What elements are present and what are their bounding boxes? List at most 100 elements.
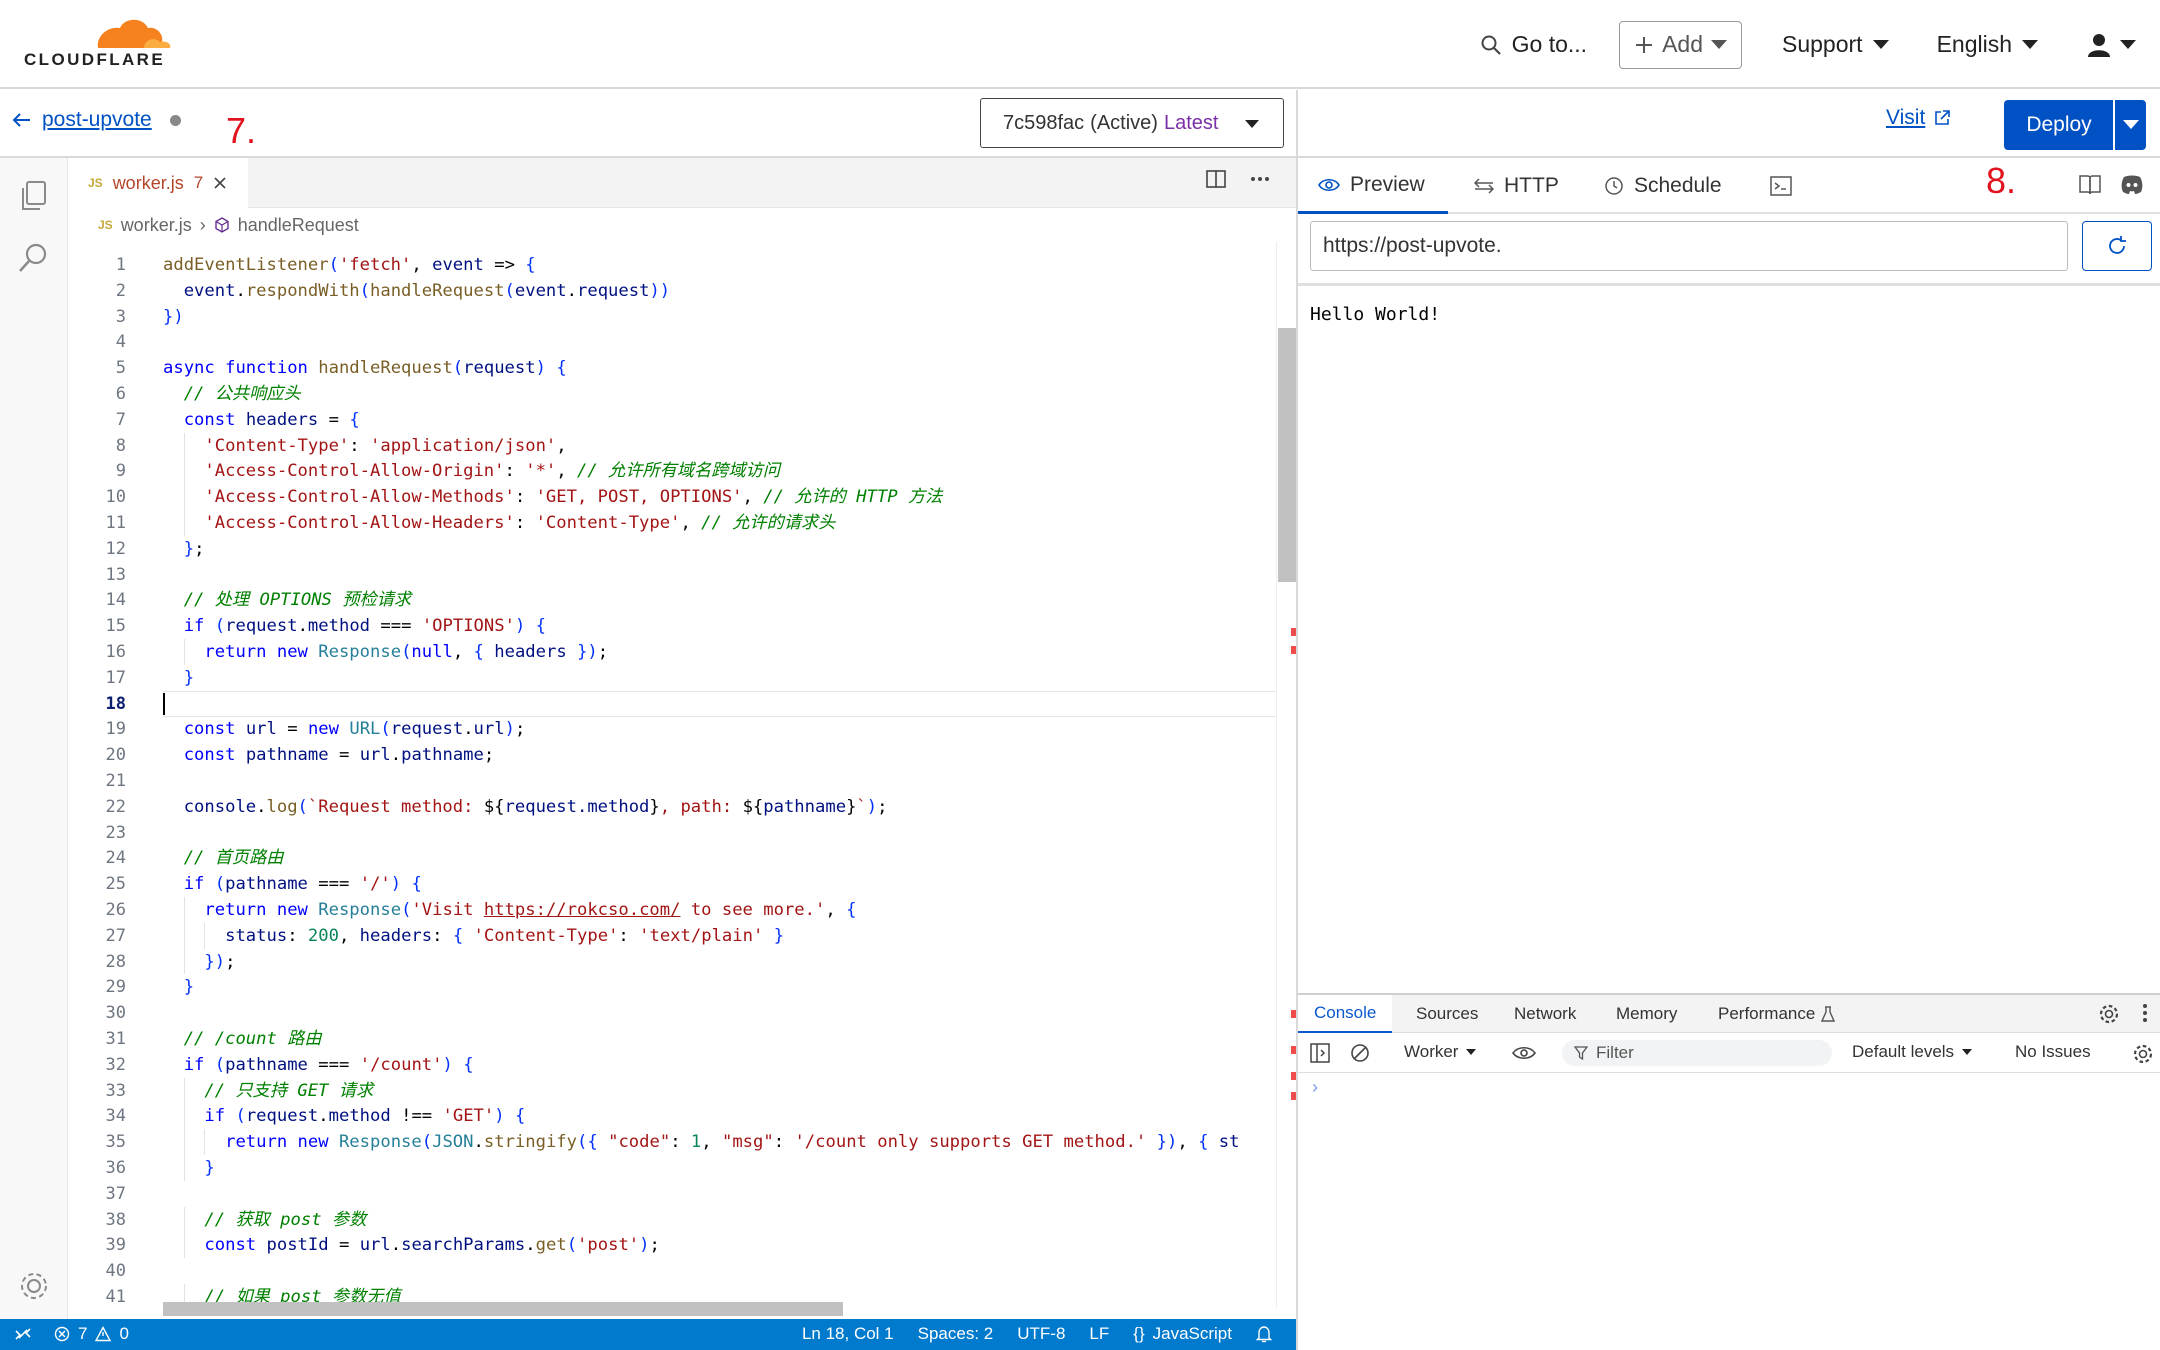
add-button[interactable]: Add bbox=[1619, 20, 1742, 69]
code-line[interactable]: 22 console.log(`Request method: ${reques… bbox=[68, 794, 1276, 820]
more-vertical-icon[interactable] bbox=[2142, 1003, 2148, 1023]
code-line[interactable]: 16 return new Response(null, { headers }… bbox=[68, 639, 1276, 665]
gear-icon[interactable] bbox=[16, 1268, 52, 1304]
preview-frame[interactable]: Hello World! bbox=[1298, 283, 2160, 993]
remote-icon[interactable] bbox=[14, 1325, 32, 1343]
code-line[interactable]: 7 const headers = { bbox=[68, 407, 1276, 433]
breadcrumb-file[interactable]: worker.js bbox=[121, 215, 192, 236]
tab-http[interactable]: HTTP bbox=[1474, 158, 1559, 214]
back-link[interactable]: post-upvote bbox=[12, 108, 181, 132]
refresh-button[interactable] bbox=[2082, 221, 2152, 271]
code-line[interactable]: 13 bbox=[68, 562, 1276, 588]
code-editor[interactable]: 1 addEventListener('fetch', event => {2 e… bbox=[68, 242, 1276, 1308]
code-line[interactable]: 38 // 获取 post 参数 bbox=[68, 1207, 1276, 1233]
language-menu[interactable]: English bbox=[1937, 31, 2038, 58]
log-levels-select[interactable]: Default levels bbox=[1852, 1042, 1973, 1062]
code-line[interactable]: 17 } bbox=[68, 665, 1276, 691]
code-line[interactable]: 26 return new Response('Visit https://ro… bbox=[68, 897, 1276, 923]
code-line[interactable]: 15 if (request.method === 'OPTIONS') { bbox=[68, 613, 1276, 639]
clear-console-icon[interactable] bbox=[1350, 1043, 1370, 1063]
version-select[interactable]: 7c598fac (Active) Latest bbox=[980, 98, 1284, 148]
code-line[interactable]: 2 event.respondWith(handleRequest(event.… bbox=[68, 278, 1276, 304]
tab-schedule[interactable]: Schedule bbox=[1604, 158, 1722, 214]
support-menu[interactable]: Support bbox=[1782, 31, 1889, 58]
issues-button[interactable]: No Issues bbox=[2015, 1042, 2091, 1062]
sidebar-toggle-icon[interactable] bbox=[1310, 1043, 1330, 1063]
preview-url-input[interactable]: https://post-upvote. bbox=[1310, 221, 2068, 271]
tab-terminal[interactable] bbox=[1770, 158, 1792, 214]
code-line[interactable]: 29 } bbox=[68, 974, 1276, 1000]
code-line[interactable]: 40 bbox=[68, 1258, 1276, 1284]
visit-link[interactable]: Visit bbox=[1886, 106, 1951, 130]
files-icon[interactable] bbox=[16, 178, 52, 214]
code-line[interactable]: 18 bbox=[68, 690, 1276, 717]
tab-preview[interactable]: Preview bbox=[1298, 158, 1448, 214]
discord-icon[interactable] bbox=[2120, 174, 2144, 196]
console-settings-icon[interactable] bbox=[2132, 1043, 2154, 1065]
close-icon[interactable] bbox=[213, 176, 227, 190]
code-line[interactable]: 30 bbox=[68, 1000, 1276, 1026]
deploy-button[interactable]: Deploy bbox=[2004, 100, 2146, 150]
code-line[interactable]: 33 // 只支持 GET 请求 bbox=[68, 1078, 1276, 1104]
code-line[interactable]: 9 'Access-Control-Allow-Origin': '*', //… bbox=[68, 458, 1276, 484]
code-line[interactable]: 12 }; bbox=[68, 536, 1276, 562]
tab-worker-js[interactable]: JS worker.js 7 bbox=[68, 158, 248, 208]
indentation[interactable]: Spaces: 2 bbox=[918, 1324, 994, 1344]
language-mode[interactable]: {} JavaScript bbox=[1133, 1324, 1232, 1344]
code-line[interactable]: 19 const url = new URL(request.url); bbox=[68, 716, 1276, 742]
code-line[interactable]: 28 }); bbox=[68, 949, 1276, 975]
code-line[interactable]: 31 // /count 路由 bbox=[68, 1026, 1276, 1052]
indent-guide bbox=[183, 897, 185, 923]
code-line[interactable]: 23 bbox=[68, 820, 1276, 846]
eye-icon[interactable] bbox=[1512, 1045, 1536, 1061]
code-line[interactable]: 34 if (request.method !== 'GET') { bbox=[68, 1103, 1276, 1129]
code-line[interactable]: 10 'Access-Control-Allow-Methods': 'GET,… bbox=[68, 484, 1276, 510]
goto-button[interactable]: Go to... bbox=[1480, 31, 1587, 58]
console-prompt[interactable]: › bbox=[1312, 1077, 1318, 1098]
worker-name-link[interactable]: post-upvote bbox=[42, 108, 152, 132]
code-line[interactable]: 32 if (pathname === '/count') { bbox=[68, 1052, 1276, 1078]
code-line[interactable]: 20 const pathname = url.pathname; bbox=[68, 742, 1276, 768]
code-line[interactable]: 1 addEventListener('fetch', event => { bbox=[68, 252, 1276, 278]
breadcrumb-symbol[interactable]: handleRequest bbox=[238, 215, 359, 236]
context-select[interactable]: Worker bbox=[1404, 1042, 1477, 1062]
code-line[interactable]: 21 bbox=[68, 768, 1276, 794]
cursor-position[interactable]: Ln 18, Col 1 bbox=[802, 1324, 894, 1344]
code-line[interactable]: 35 return new Response(JSON.stringify({ … bbox=[68, 1129, 1276, 1155]
code-line[interactable]: 5 async function handleRequest(request) { bbox=[68, 355, 1276, 381]
code-line[interactable]: 6 // 公共响应头 bbox=[68, 381, 1276, 407]
encoding[interactable]: UTF-8 bbox=[1017, 1324, 1065, 1344]
split-editor-icon[interactable] bbox=[1206, 170, 1226, 188]
user-menu[interactable] bbox=[2086, 32, 2136, 58]
code-line[interactable]: 24 // 首页路由 bbox=[68, 845, 1276, 871]
bell-icon[interactable] bbox=[1256, 1325, 1272, 1343]
cloudflare-logo[interactable]: CLOUDFLARE bbox=[24, 14, 180, 70]
end-of-line[interactable]: LF bbox=[1089, 1324, 1109, 1344]
more-icon[interactable] bbox=[1250, 176, 1270, 182]
code-line[interactable]: 27 status: 200, headers: { 'Content-Type… bbox=[68, 923, 1276, 949]
editor-hscroll-thumb[interactable] bbox=[163, 1302, 843, 1316]
code-line[interactable]: 14 // 处理 OPTIONS 预检请求 bbox=[68, 587, 1276, 613]
tab-performance[interactable]: Performance bbox=[1718, 995, 1836, 1033]
code-line[interactable]: 4 bbox=[68, 329, 1276, 355]
chevron-down-icon[interactable] bbox=[2123, 120, 2139, 129]
code-line[interactable]: 36 } bbox=[68, 1155, 1276, 1181]
code-line[interactable]: 3}) bbox=[68, 304, 1276, 330]
problems-indicator[interactable]: 7 0 bbox=[54, 1324, 129, 1344]
book-icon[interactable] bbox=[2078, 174, 2102, 196]
editor-scrollbar[interactable] bbox=[1276, 242, 1297, 1308]
settings-icon[interactable] bbox=[2098, 1003, 2120, 1025]
console-filter-input[interactable]: Filter bbox=[1562, 1040, 1832, 1066]
editor-scroll-thumb[interactable] bbox=[1278, 328, 1296, 582]
code-line[interactable]: 25 if (pathname === '/') { bbox=[68, 871, 1276, 897]
line-number: 36 bbox=[105, 1158, 126, 1178]
tab-memory[interactable]: Memory bbox=[1616, 995, 1677, 1033]
tab-console[interactable]: Console bbox=[1298, 995, 1393, 1033]
code-line[interactable]: 37 bbox=[68, 1181, 1276, 1207]
search-icon[interactable] bbox=[16, 240, 52, 276]
code-line[interactable]: 39 const postId = url.searchParams.get('… bbox=[68, 1232, 1276, 1258]
tab-network[interactable]: Network bbox=[1514, 995, 1576, 1033]
code-line[interactable]: 11 'Access-Control-Allow-Headers': 'Cont… bbox=[68, 510, 1276, 536]
tab-sources[interactable]: Sources bbox=[1416, 995, 1478, 1033]
code-line[interactable]: 8 'Content-Type': 'application/json', bbox=[68, 433, 1276, 459]
